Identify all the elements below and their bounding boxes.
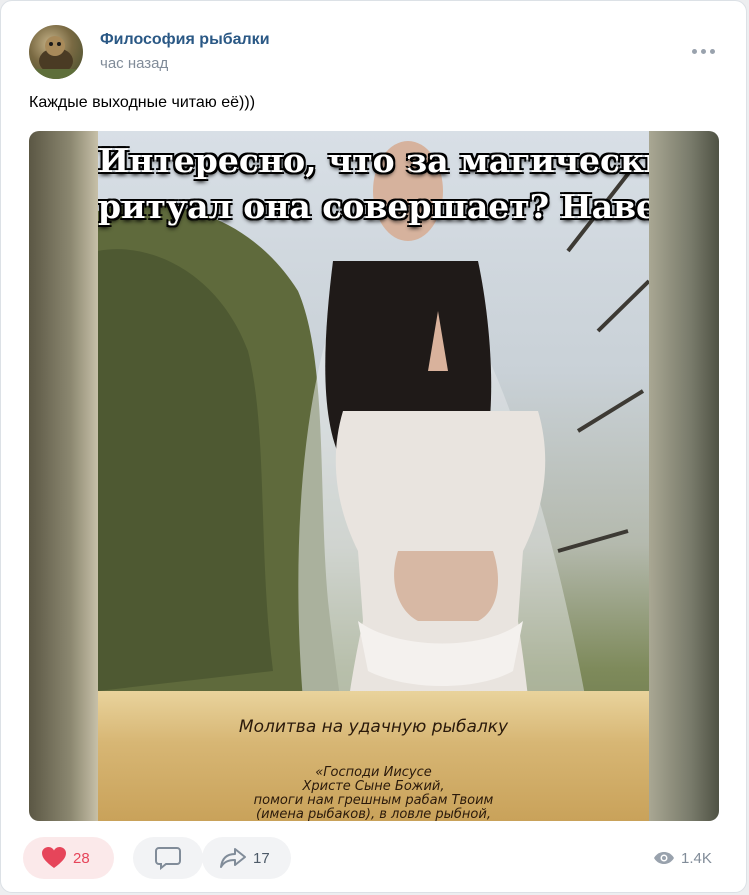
post-text: Каждые выходные читаю её))): [29, 94, 256, 111]
share-button[interactable]: 17: [202, 837, 291, 879]
like-count: 28: [73, 849, 90, 867]
post-actions: 28 17 1.4K: [23, 837, 723, 881]
post-card: Философия рыбалки час назад Каждые выход…: [0, 0, 747, 893]
eye-icon: [654, 852, 674, 864]
views-count: 1.4K: [681, 849, 712, 867]
heart-icon: [42, 847, 66, 868]
photo-content: Интересно, что за магический ритуал она …: [98, 131, 649, 821]
comment-icon: [155, 847, 181, 870]
post-time[interactable]: час назад: [100, 55, 168, 72]
photo-caption-line1: Интересно, что за магический: [98, 141, 649, 180]
like-button[interactable]: 28: [23, 837, 114, 879]
post-photo[interactable]: Интересно, что за магический ритуал она …: [29, 131, 719, 821]
group-avatar[interactable]: [29, 25, 83, 79]
group-name-link[interactable]: Философия рыбалки: [100, 31, 270, 49]
more-icon[interactable]: [689, 41, 717, 61]
share-icon: [220, 848, 246, 868]
comment-button[interactable]: [133, 837, 203, 879]
post-header: Философия рыбалки час назад: [29, 25, 729, 81]
share-count: 17: [253, 849, 270, 867]
prayer-title: Молитва на удачную рыбалку: [238, 717, 509, 737]
photo-caption-line2: ритуал она совершает? Наверно...: [98, 187, 649, 226]
prayer-text: «Господи Иисусе Христе Сыне Божий, помог…: [253, 765, 494, 822]
views-counter: 1.4K: [653, 847, 712, 869]
prayer-scroll: Молитва на удачную рыбалку «Господи Иису…: [98, 691, 649, 821]
